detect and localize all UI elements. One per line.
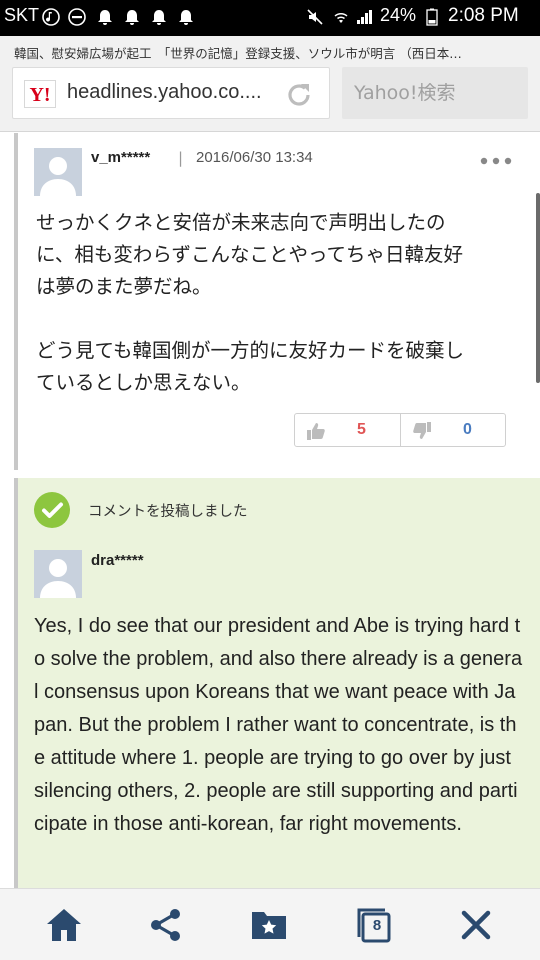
notification-bell-icon xyxy=(125,10,139,25)
comment-body: せっかくクネと安倍が未来志向で声明出したの に、相も変わらずこんなことやってちゃ… xyxy=(36,211,465,394)
url-text[interactable]: headlines.yahoo.co.... xyxy=(67,81,262,104)
wifi-icon xyxy=(334,12,348,23)
thumbs-down-icon xyxy=(413,422,431,439)
home-button[interactable] xyxy=(42,903,86,947)
tab-count: 8 xyxy=(372,917,382,934)
browser-toolbar: 韓国、慰安婦広場が起工 「世界の記憶」登録支援、ソウル市が明言 （西日本… Y!… xyxy=(0,36,540,132)
signal-icon xyxy=(357,10,372,24)
battery-percent: 24% xyxy=(380,5,417,25)
share-icon xyxy=(151,909,180,941)
more-options-icon[interactable] xyxy=(476,149,516,173)
user-avatar-icon xyxy=(34,148,82,196)
comment-username[interactable]: dra***** xyxy=(91,552,144,569)
comment-list[interactable]: v_m***** | 2016/06/30 13:34 せっかくクネと安倍が未来… xyxy=(0,133,540,888)
meta-separator: | xyxy=(178,149,184,167)
dislike-count: 0 xyxy=(463,421,472,438)
search-box[interactable] xyxy=(342,67,528,119)
like-button[interactable]: 5 xyxy=(295,414,400,446)
bookmark-button[interactable] xyxy=(247,903,291,947)
dislike-button[interactable]: 0 xyxy=(401,414,506,446)
avatar[interactable] xyxy=(34,148,82,196)
bookmark-folder-icon xyxy=(252,912,286,939)
yahoo-logo-icon: Y! xyxy=(24,80,56,108)
thumbs-up-icon xyxy=(307,423,325,440)
user-avatar-icon xyxy=(34,550,82,598)
checkmark-icon xyxy=(34,492,70,528)
close-button[interactable] xyxy=(454,903,498,947)
music-icon xyxy=(42,8,60,26)
posted-notice: コメントを投稿しました xyxy=(88,504,248,520)
address-bar[interactable]: Y! headlines.yahoo.co.... xyxy=(12,67,330,119)
posted-comment-section: コメントを投稿しました dra***** Yes, I do see that … xyxy=(18,478,540,888)
notification-bell-icon xyxy=(152,10,166,25)
carrier-label: SKT xyxy=(4,5,40,25)
close-icon xyxy=(461,910,491,940)
yahoo-logo-text: Y! xyxy=(29,84,50,106)
status-bar: SKT 24% 2:08 PM xyxy=(0,0,540,36)
comment-body: Yes, I do see that our president and Abe… xyxy=(34,615,523,835)
tabs-button[interactable]: 8 xyxy=(352,903,396,947)
share-button[interactable] xyxy=(144,903,188,947)
comment-username[interactable]: v_m***** xyxy=(91,149,150,166)
blocked-icon xyxy=(68,8,86,26)
page-title: 韓国、慰安婦広場が起工 「世界の記憶」登録支援、ソウル市が明言 （西日本… xyxy=(14,46,462,61)
vote-box: 5 0 xyxy=(294,413,506,447)
bottom-navigation: 8 xyxy=(0,888,540,960)
battery-icon xyxy=(426,8,438,26)
notification-bell-icon xyxy=(98,10,112,25)
mute-icon xyxy=(307,9,323,25)
reload-icon[interactable] xyxy=(283,79,315,111)
search-input[interactable] xyxy=(342,67,528,119)
notification-bell-icon xyxy=(179,10,193,25)
avatar[interactable] xyxy=(34,550,82,598)
home-icon xyxy=(47,909,81,941)
like-count: 5 xyxy=(357,421,366,438)
comment-timestamp: 2016/06/30 13:34 xyxy=(196,149,313,166)
clock: 2:08 PM xyxy=(448,5,519,26)
